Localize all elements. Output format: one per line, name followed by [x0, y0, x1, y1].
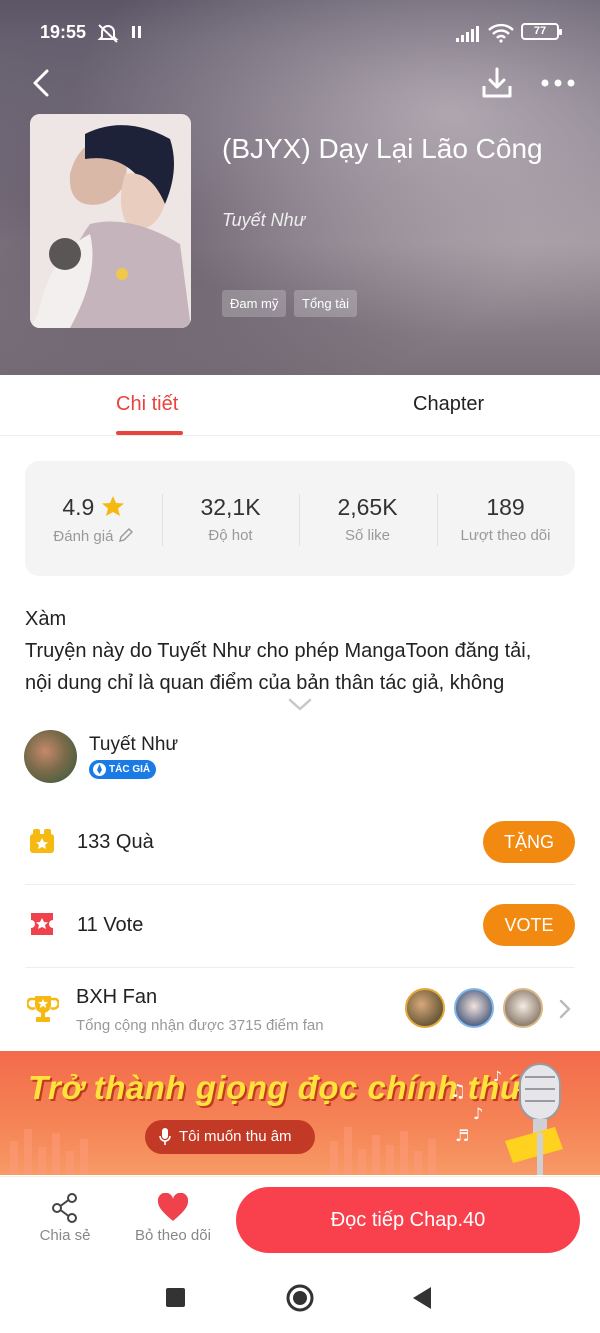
vote-count: 11 Vote: [77, 914, 144, 936]
author-badge-label: TÁC GIẢ: [109, 764, 151, 775]
stat-followers: 189 Lượt theo dõi: [437, 494, 574, 544]
record-button-label: Tôi muốn thu âm: [179, 1128, 292, 1145]
author-name[interactable]: Tuyết Như: [89, 734, 178, 756]
author-avatar[interactable]: [24, 730, 77, 783]
book-description[interactable]: Xàm Truyện này do Tuyết Như cho phép Man…: [25, 603, 585, 699]
divider: [25, 884, 575, 885]
microphone-illustration-icon: ♫ ♪ ♬ ♪: [450, 1063, 563, 1175]
record-button[interactable]: Tôi muốn thu âm: [145, 1120, 315, 1154]
mute-icon: [97, 24, 119, 43]
description-line: Truyện này do Tuyết Như cho phép MangaTo…: [25, 640, 532, 662]
heart-icon: [157, 1192, 189, 1221]
tab-chapter[interactable]: Chapter: [413, 393, 484, 416]
microphone-icon: [159, 1128, 171, 1145]
continue-reading-button[interactable]: Đọc tiếp Chap.40: [236, 1187, 580, 1253]
stat-rating[interactable]: 4.9 Đánh giá: [25, 494, 162, 545]
download-icon[interactable]: [480, 66, 514, 100]
share-button[interactable]: Chia sẻ: [34, 1177, 96, 1244]
expand-chevron-icon[interactable]: [288, 698, 312, 712]
book-cover[interactable]: [30, 114, 191, 328]
verified-icon: [93, 763, 106, 776]
chevron-right-icon: [559, 999, 571, 1019]
stats-panel: 4.9 Đánh giá 32,1K Độ hot 2,65K Số like …: [25, 461, 575, 576]
likes-label: Số like: [344, 527, 391, 544]
book-author[interactable]: Tuyết Như: [222, 210, 305, 231]
fan-rank-subtitle: Tổng cộng nhận được 3715 điểm fan: [76, 1017, 324, 1034]
tab-active-indicator: [116, 431, 183, 435]
stat-hot: 32,1K Độ hot: [162, 494, 299, 544]
description-line: Xàm: [25, 608, 67, 630]
voice-actor-banner[interactable]: Trở thành giọng đọc chính thức! Tôi muốn…: [0, 1051, 600, 1175]
tab-details[interactable]: Chi tiết: [116, 393, 178, 416]
more-options-icon[interactable]: [541, 78, 575, 88]
bottom-action-bar: Chia sẻ Bỏ theo dõi Đọc tiếp Chap.40: [0, 1176, 600, 1261]
status-time: 19:55: [40, 22, 87, 42]
unfollow-button[interactable]: Bỏ theo dõi: [128, 1177, 218, 1244]
fan-avatar: [454, 988, 494, 1028]
home-icon[interactable]: [286, 1284, 314, 1312]
description-line: nội dung chỉ là quan điểm của bản thân t…: [25, 672, 505, 694]
divider: [25, 967, 575, 968]
svg-text:♬: ♬: [455, 1126, 469, 1145]
tag-dam-my[interactable]: Đam mỹ: [222, 290, 287, 317]
svg-text:♪: ♪: [493, 1069, 502, 1085]
stat-likes: 2,65K Số like: [299, 494, 436, 544]
back-icon[interactable]: [30, 68, 54, 98]
svg-text:♫: ♫: [450, 1081, 466, 1102]
pause-icon: [132, 26, 141, 38]
status-bar: 19:55 77: [0, 18, 600, 48]
share-label: Chia sẻ: [39, 1227, 91, 1244]
gift-row: 133 Quà TẶNG: [25, 821, 575, 863]
gift-icon: [30, 829, 54, 853]
rating-value: 4.9: [62, 494, 95, 520]
trophy-icon: [27, 996, 59, 1022]
fan-rank-title: BXH Fan: [76, 986, 158, 1008]
followers-value: 189: [486, 494, 525, 520]
star-icon: [101, 496, 124, 516]
vote-button[interactable]: VOTE: [483, 904, 575, 946]
unfollow-label: Bỏ theo dõi: [135, 1227, 211, 1244]
author-badge: TÁC GIẢ: [89, 760, 157, 779]
book-header: 19:55 77 (BJYX) Dạy Lại Lão Công Tuyết N…: [0, 0, 600, 375]
wifi-icon: [488, 23, 514, 43]
hot-label: Độ hot: [208, 527, 253, 544]
fan-avatar: [405, 988, 445, 1028]
back-nav-icon[interactable]: [413, 1287, 431, 1309]
tab-bar: Chi tiết Chapter: [0, 375, 600, 436]
vote-row: 11 Vote VOTE: [25, 904, 575, 946]
fan-rank-row[interactable]: BXH Fan Tổng cộng nhận được 3715 điểm fa…: [25, 985, 575, 1037]
hot-value: 32,1K: [200, 494, 261, 520]
fan-avatar: [503, 988, 543, 1028]
gift-button[interactable]: TẶNG: [483, 821, 575, 863]
system-nav-bar: [0, 1261, 600, 1333]
vote-ticket-icon: [31, 913, 53, 935]
svg-text:♪: ♪: [473, 1104, 483, 1123]
followers-label: Lượt theo dõi: [460, 527, 551, 544]
battery-indicator: 77: [521, 23, 562, 40]
edit-icon: [118, 528, 133, 542]
share-icon: [52, 1193, 77, 1223]
cover-illustration: [30, 114, 191, 328]
signal-icon: [456, 26, 479, 42]
rating-label: Đánh giá: [53, 528, 114, 545]
book-title: (BJYX) Dạy Lại Lão Công: [222, 133, 543, 164]
tag-tong-tai[interactable]: Tổng tài: [294, 290, 357, 317]
gift-count: 133 Quà: [77, 831, 154, 853]
likes-value: 2,65K: [337, 494, 398, 520]
recent-apps-icon[interactable]: [166, 1288, 185, 1307]
